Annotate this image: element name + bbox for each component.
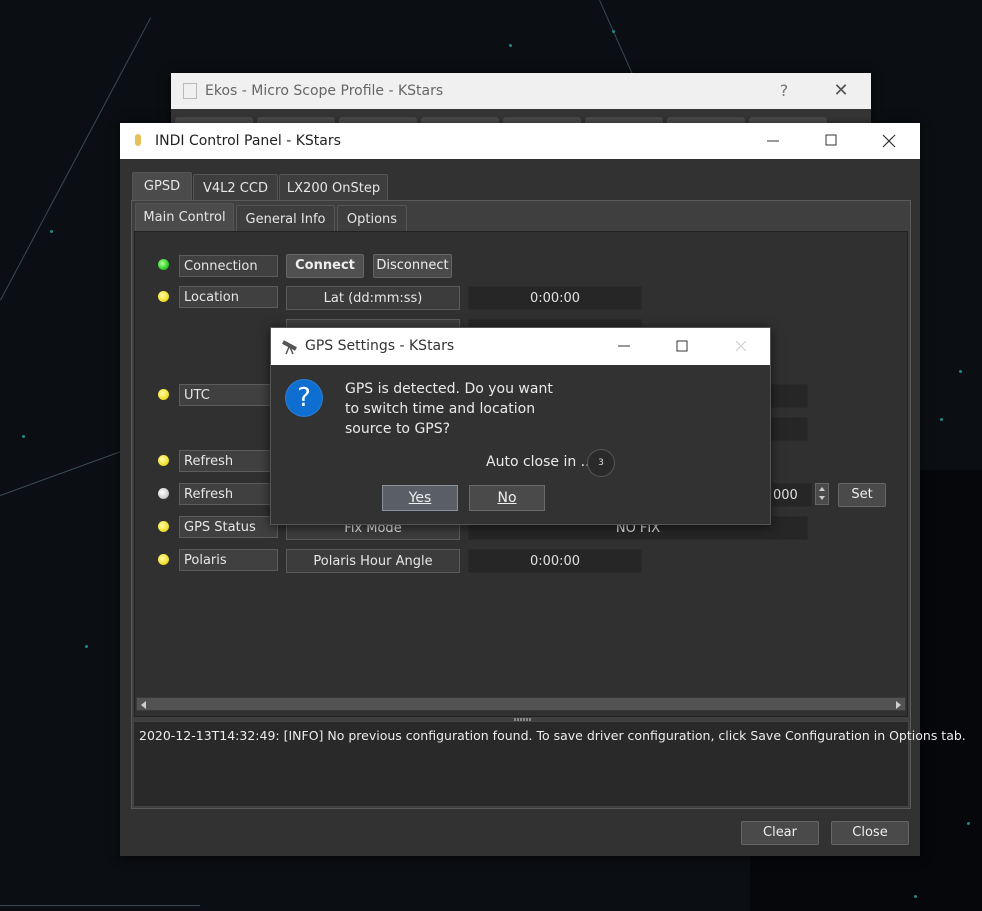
gps-message-line2: to switch time and location xyxy=(345,401,536,417)
star xyxy=(967,822,970,825)
tab-main-control[interactable]: Main Control xyxy=(135,203,234,232)
minimize-icon xyxy=(767,140,779,142)
utc-label: UTC xyxy=(179,384,278,406)
polaris-status-light xyxy=(158,554,169,565)
scroll-left-icon[interactable] xyxy=(141,701,146,709)
auto-close-text: Auto close in ... xyxy=(486,454,595,470)
spin-box-arrows[interactable] xyxy=(815,483,829,505)
no-button[interactable]: No xyxy=(469,485,545,511)
question-icon: ? xyxy=(286,380,322,416)
gps-dialog-titlebar: GPS Settings - KStars xyxy=(271,328,770,365)
gps-message-line3: source to GPS? xyxy=(345,421,451,437)
ekos-titlebar: Ekos - Micro Scope Profile - KStars ? ✕ xyxy=(171,73,871,109)
gps-dialog-title: GPS Settings - KStars xyxy=(305,338,455,354)
gps-status-light xyxy=(158,521,169,532)
connection-label: Connection xyxy=(179,255,278,277)
indi-titlebar: INDI Control Panel - KStars xyxy=(120,123,920,159)
constellation-line xyxy=(0,905,200,906)
refresh-period-value[interactable]: 000 xyxy=(772,483,812,507)
constellation-line xyxy=(0,450,123,496)
sky-dark-region xyxy=(920,470,982,890)
close-button[interactable] xyxy=(866,123,912,159)
star xyxy=(509,44,512,47)
location-status-light xyxy=(158,291,169,302)
refresh-label: Refresh xyxy=(179,450,278,472)
location-label: Location xyxy=(179,286,278,308)
latitude-label: Lat (dd:mm:ss) xyxy=(286,286,460,310)
telescope-icon xyxy=(281,337,299,359)
gps-settings-dialog: GPS Settings - KStars ? GPS is detected.… xyxy=(270,327,771,525)
maximize-button[interactable] xyxy=(808,123,854,159)
tab-lx200-onstep[interactable]: LX200 OnStep xyxy=(279,174,388,201)
close-button[interactable] xyxy=(718,328,764,365)
star xyxy=(914,895,917,898)
tab-general-info[interactable]: General Info xyxy=(236,205,335,232)
yes-button[interactable]: Yes xyxy=(382,485,458,511)
refresh-period-value-text: 000 xyxy=(773,488,798,503)
close-button[interactable]: ✕ xyxy=(818,73,864,109)
sky-dark-region xyxy=(750,856,982,911)
utc-status-light xyxy=(158,389,169,400)
polaris-label: Polaris xyxy=(179,549,278,571)
no-button-label: No xyxy=(497,490,517,506)
gps-status-label: GPS Status xyxy=(179,516,278,538)
utc-offset-value xyxy=(768,417,808,441)
minimize-button[interactable] xyxy=(750,123,796,159)
latitude-value: 0:00:00 xyxy=(468,286,642,310)
star xyxy=(85,645,88,648)
clear-button[interactable]: Clear xyxy=(741,821,819,845)
minimize-button[interactable] xyxy=(601,328,647,365)
minimize-icon xyxy=(618,345,630,347)
ekos-window: Ekos - Micro Scope Profile - KStars ? ✕ xyxy=(171,73,871,129)
maximize-icon xyxy=(825,134,837,146)
app-icon xyxy=(183,83,197,99)
star xyxy=(22,435,25,438)
tab-options[interactable]: Options xyxy=(337,205,407,232)
maximize-icon xyxy=(676,340,688,352)
polaris-hour-angle-value: 0:00:00 xyxy=(468,549,642,573)
tab-gpsd[interactable]: GPSD xyxy=(132,172,192,201)
star xyxy=(940,418,943,421)
close-panel-button[interactable]: Close xyxy=(831,821,909,845)
utc-value xyxy=(768,384,808,408)
countdown-indicator: 3 xyxy=(587,449,615,477)
maximize-button[interactable] xyxy=(659,328,705,365)
connection-status-light xyxy=(158,259,169,270)
refresh-status-light xyxy=(158,455,169,466)
spin-down-icon xyxy=(819,496,825,500)
horizontal-scrollbar[interactable] xyxy=(136,697,906,711)
kstars-icon xyxy=(135,134,141,146)
set-button[interactable]: Set xyxy=(838,483,886,507)
tab-v4l2-ccd[interactable]: V4L2 CCD xyxy=(193,174,278,201)
spin-up-icon xyxy=(819,487,825,491)
yes-button-label: Yes xyxy=(408,490,432,506)
help-button[interactable]: ? xyxy=(761,73,807,109)
log-output[interactable]: 2020-12-13T14:32:49: [INFO] No previous … xyxy=(133,721,966,807)
close-icon xyxy=(735,340,747,352)
polaris-hour-angle-label: Polaris Hour Angle xyxy=(286,549,460,573)
star xyxy=(959,370,962,373)
ekos-window-title: Ekos - Micro Scope Profile - KStars xyxy=(205,83,444,99)
close-icon xyxy=(882,134,896,148)
star xyxy=(612,30,615,33)
scroll-right-icon[interactable] xyxy=(896,701,901,709)
refresh-period-label: Refresh xyxy=(179,483,278,505)
star xyxy=(50,230,53,233)
gps-message-line1: GPS is detected. Do you want xyxy=(345,381,553,397)
refresh-period-status-light xyxy=(158,488,169,499)
indi-window-title: INDI Control Panel - KStars xyxy=(155,133,341,149)
disconnect-button[interactable]: Disconnect xyxy=(373,254,452,278)
connect-button[interactable]: Connect xyxy=(286,254,364,278)
